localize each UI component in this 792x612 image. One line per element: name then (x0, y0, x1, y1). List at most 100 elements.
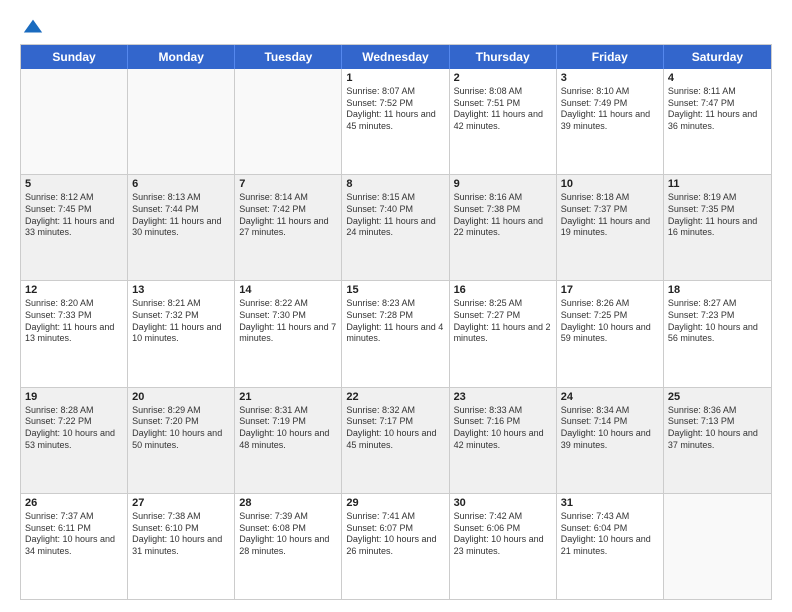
calendar-cell: 29 Sunrise: 7:41 AM Sunset: 6:07 PM Dayli… (342, 494, 449, 599)
calendar-cell: 22 Sunrise: 8:32 AM Sunset: 7:17 PM Dayli… (342, 388, 449, 493)
day-number: 23 (454, 391, 552, 403)
day-info: Sunrise: 8:20 AM Sunset: 7:33 PM Dayligh… (25, 298, 123, 345)
day-info: Sunrise: 8:36 AM Sunset: 7:13 PM Dayligh… (668, 405, 767, 452)
day-number: 21 (239, 391, 337, 403)
day-number: 27 (132, 497, 230, 509)
day-number: 9 (454, 178, 552, 190)
calendar-cell: 12 Sunrise: 8:20 AM Sunset: 7:33 PM Dayli… (21, 281, 128, 386)
day-info: Sunrise: 7:43 AM Sunset: 6:04 PM Dayligh… (561, 511, 659, 558)
day-info: Sunrise: 8:26 AM Sunset: 7:25 PM Dayligh… (561, 298, 659, 345)
calendar-cell: 21 Sunrise: 8:31 AM Sunset: 7:19 PM Dayli… (235, 388, 342, 493)
header-day-wednesday: Wednesday (342, 45, 449, 69)
calendar-cell (235, 69, 342, 174)
day-number: 1 (346, 72, 444, 84)
day-number: 7 (239, 178, 337, 190)
calendar-cell: 30 Sunrise: 7:42 AM Sunset: 6:06 PM Dayli… (450, 494, 557, 599)
calendar-cell: 9 Sunrise: 8:16 AM Sunset: 7:38 PM Daylig… (450, 175, 557, 280)
day-info: Sunrise: 8:10 AM Sunset: 7:49 PM Dayligh… (561, 86, 659, 133)
day-info: Sunrise: 8:15 AM Sunset: 7:40 PM Dayligh… (346, 192, 444, 239)
header-day-thursday: Thursday (450, 45, 557, 69)
calendar-cell: 11Sunrise: 8:19 AM Sunset: 7:35 PM Dayli… (664, 175, 771, 280)
day-number: 28 (239, 497, 337, 509)
day-info: Sunrise: 7:42 AM Sunset: 6:06 PM Dayligh… (454, 511, 552, 558)
day-info: Sunrise: 7:41 AM Sunset: 6:07 PM Dayligh… (346, 511, 444, 558)
day-number: 24 (561, 391, 659, 403)
calendar-header: SundayMondayTuesdayWednesdayThursdayFrid… (21, 45, 771, 69)
day-number: 19 (25, 391, 123, 403)
day-info: Sunrise: 8:18 AM Sunset: 7:37 PM Dayligh… (561, 192, 659, 239)
calendar-cell (21, 69, 128, 174)
day-number: 12 (25, 284, 123, 296)
calendar-week-1: 1Sunrise: 8:07 AM Sunset: 7:52 PM Daylig… (21, 69, 771, 174)
calendar-cell: 19 Sunrise: 8:28 AM Sunset: 7:22 PM Dayli… (21, 388, 128, 493)
day-info: Sunrise: 8:08 AM Sunset: 7:51 PM Dayligh… (454, 86, 552, 133)
calendar-cell: 25 Sunrise: 8:36 AM Sunset: 7:13 PM Dayli… (664, 388, 771, 493)
calendar-week-4: 19 Sunrise: 8:28 AM Sunset: 7:22 PM Dayli… (21, 387, 771, 493)
day-number: 18 (668, 284, 767, 296)
calendar-cell: 23 Sunrise: 8:33 AM Sunset: 7:16 PM Dayli… (450, 388, 557, 493)
day-number: 11 (668, 178, 767, 190)
calendar-cell: 8 Sunrise: 8:15 AM Sunset: 7:40 PM Daylig… (342, 175, 449, 280)
day-info: Sunrise: 8:14 AM Sunset: 7:42 PM Dayligh… (239, 192, 337, 239)
day-number: 4 (668, 72, 767, 84)
calendar-cell: 15 Sunrise: 8:23 AM Sunset: 7:28 PM Dayli… (342, 281, 449, 386)
calendar-cell: 18 Sunrise: 8:27 AM Sunset: 7:23 PM Dayli… (664, 281, 771, 386)
day-info: Sunrise: 7:39 AM Sunset: 6:08 PM Dayligh… (239, 511, 337, 558)
calendar-week-2: 5Sunrise: 8:12 AM Sunset: 7:45 PM Daylig… (21, 174, 771, 280)
calendar-cell: 31 Sunrise: 7:43 AM Sunset: 6:04 PM Dayli… (557, 494, 664, 599)
calendar-cell (664, 494, 771, 599)
day-info: Sunrise: 8:27 AM Sunset: 7:23 PM Dayligh… (668, 298, 767, 345)
day-info: Sunrise: 8:23 AM Sunset: 7:28 PM Dayligh… (346, 298, 444, 345)
day-info: Sunrise: 8:16 AM Sunset: 7:38 PM Dayligh… (454, 192, 552, 239)
page: SundayMondayTuesdayWednesdayThursdayFrid… (0, 0, 792, 612)
day-info: Sunrise: 8:33 AM Sunset: 7:16 PM Dayligh… (454, 405, 552, 452)
day-number: 13 (132, 284, 230, 296)
day-number: 14 (239, 284, 337, 296)
day-number: 25 (668, 391, 767, 403)
calendar-week-5: 26Sunrise: 7:37 AM Sunset: 6:11 PM Dayli… (21, 493, 771, 599)
day-number: 31 (561, 497, 659, 509)
calendar-cell: 16Sunrise: 8:25 AM Sunset: 7:27 PM Dayli… (450, 281, 557, 386)
header (20, 16, 772, 34)
calendar-cell: 6 Sunrise: 8:13 AM Sunset: 7:44 PM Daylig… (128, 175, 235, 280)
calendar-cell: 24Sunrise: 8:34 AM Sunset: 7:14 PM Dayli… (557, 388, 664, 493)
calendar-cell: 26Sunrise: 7:37 AM Sunset: 6:11 PM Dayli… (21, 494, 128, 599)
calendar-cell: 4Sunrise: 8:11 AM Sunset: 7:47 PM Daylig… (664, 69, 771, 174)
header-day-tuesday: Tuesday (235, 45, 342, 69)
calendar-cell: 28 Sunrise: 7:39 AM Sunset: 6:08 PM Dayli… (235, 494, 342, 599)
calendar-body: 1Sunrise: 8:07 AM Sunset: 7:52 PM Daylig… (21, 69, 771, 599)
calendar-week-3: 12 Sunrise: 8:20 AM Sunset: 7:33 PM Dayli… (21, 280, 771, 386)
day-number: 29 (346, 497, 444, 509)
header-day-sunday: Sunday (21, 45, 128, 69)
logo-icon (22, 16, 44, 38)
day-info: Sunrise: 8:28 AM Sunset: 7:22 PM Dayligh… (25, 405, 123, 452)
day-number: 2 (454, 72, 552, 84)
calendar-cell: 17Sunrise: 8:26 AM Sunset: 7:25 PM Dayli… (557, 281, 664, 386)
day-number: 20 (132, 391, 230, 403)
day-info: Sunrise: 8:29 AM Sunset: 7:20 PM Dayligh… (132, 405, 230, 452)
calendar-cell: 3Sunrise: 8:10 AM Sunset: 7:49 PM Daylig… (557, 69, 664, 174)
day-info: Sunrise: 8:21 AM Sunset: 7:32 PM Dayligh… (132, 298, 230, 345)
day-info: Sunrise: 8:13 AM Sunset: 7:44 PM Dayligh… (132, 192, 230, 239)
day-info: Sunrise: 7:38 AM Sunset: 6:10 PM Dayligh… (132, 511, 230, 558)
day-info: Sunrise: 8:32 AM Sunset: 7:17 PM Dayligh… (346, 405, 444, 452)
day-info: Sunrise: 8:12 AM Sunset: 7:45 PM Dayligh… (25, 192, 123, 239)
day-number: 8 (346, 178, 444, 190)
calendar-cell: 5Sunrise: 8:12 AM Sunset: 7:45 PM Daylig… (21, 175, 128, 280)
header-day-friday: Friday (557, 45, 664, 69)
day-number: 16 (454, 284, 552, 296)
day-number: 22 (346, 391, 444, 403)
calendar-cell: 13 Sunrise: 8:21 AM Sunset: 7:32 PM Dayli… (128, 281, 235, 386)
calendar-cell: 20 Sunrise: 8:29 AM Sunset: 7:20 PM Dayli… (128, 388, 235, 493)
logo (20, 16, 44, 34)
day-number: 6 (132, 178, 230, 190)
calendar-cell: 1Sunrise: 8:07 AM Sunset: 7:52 PM Daylig… (342, 69, 449, 174)
calendar: SundayMondayTuesdayWednesdayThursdayFrid… (20, 44, 772, 600)
calendar-cell (128, 69, 235, 174)
day-info: Sunrise: 8:31 AM Sunset: 7:19 PM Dayligh… (239, 405, 337, 452)
calendar-cell: 27 Sunrise: 7:38 AM Sunset: 6:10 PM Dayli… (128, 494, 235, 599)
day-number: 10 (561, 178, 659, 190)
day-number: 30 (454, 497, 552, 509)
day-number: 26 (25, 497, 123, 509)
day-number: 15 (346, 284, 444, 296)
